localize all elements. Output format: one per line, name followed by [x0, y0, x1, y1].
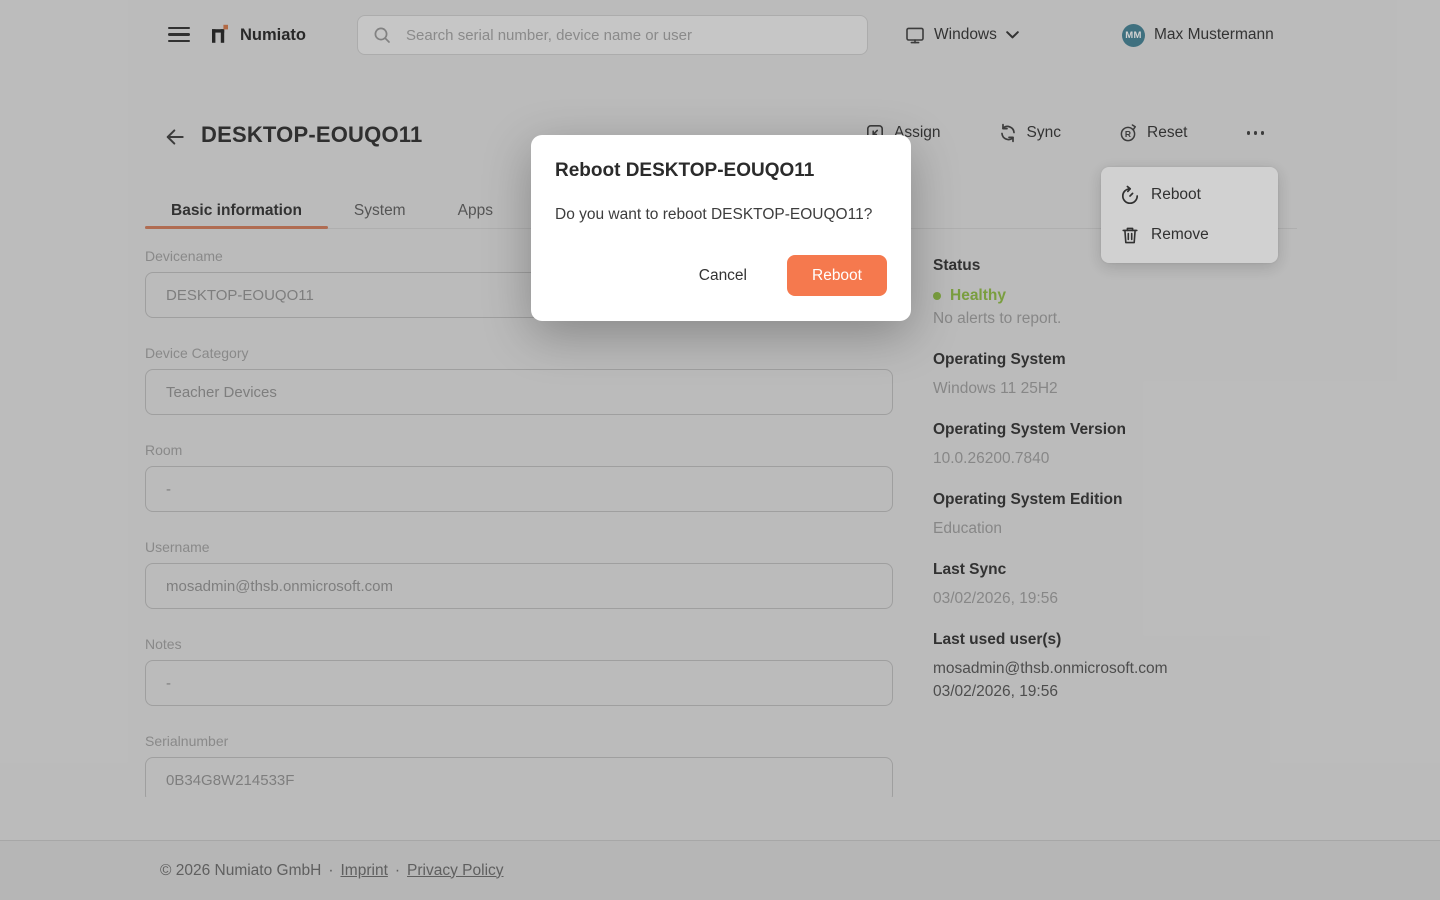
- dialog-actions: Cancel Reboot: [555, 255, 887, 296]
- app-canvas: Numiato Windows MM Max Mustermann: [0, 0, 1440, 900]
- cancel-button[interactable]: Cancel: [689, 259, 757, 293]
- reboot-confirmation-dialog: Reboot DESKTOP-EOUQO11 Do you want to re…: [531, 135, 911, 321]
- dialog-title: Reboot DESKTOP-EOUQO11: [555, 160, 887, 182]
- dialog-message: Do you want to reboot DESKTOP-EOUQO11?: [555, 206, 887, 224]
- confirm-reboot-button[interactable]: Reboot: [787, 255, 887, 296]
